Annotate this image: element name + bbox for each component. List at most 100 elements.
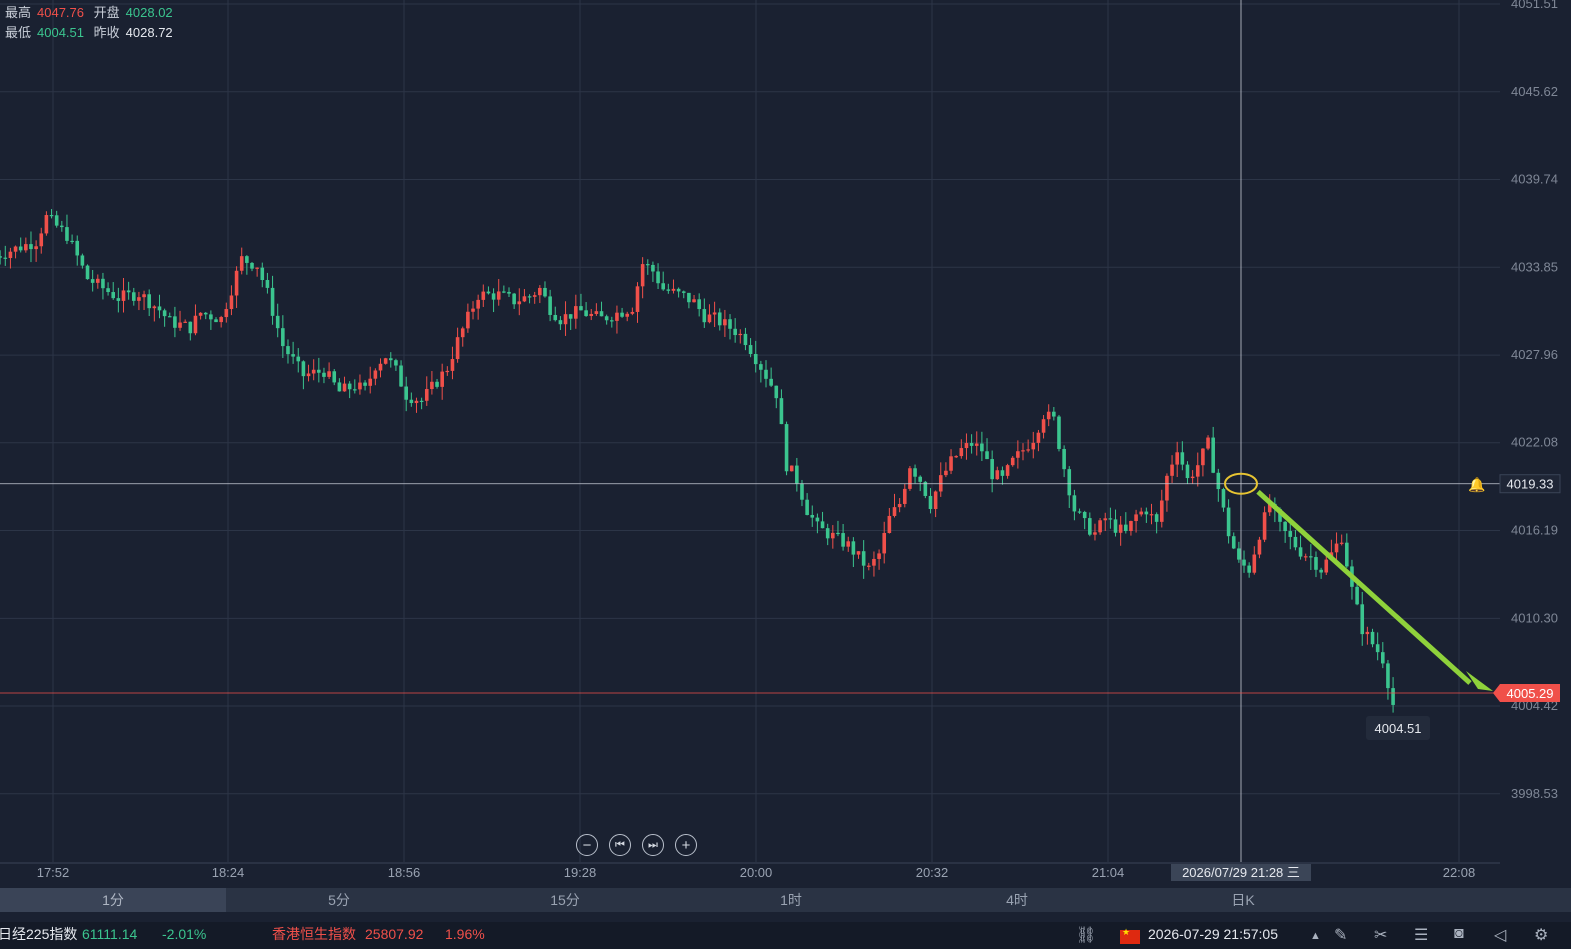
candle-body [70,240,74,243]
jump-end-button[interactable]: ⏭ [642,834,664,856]
candle-body [851,541,856,555]
candle-body [306,373,311,377]
candle-body [75,240,80,256]
candle-body [399,365,403,387]
candle-body [538,287,542,296]
candle-body [101,278,105,289]
candle-body [49,215,54,217]
hsi-name[interactable]: 香港恒生指数 [272,922,356,947]
time-tick-label: 21:04 [1092,865,1125,880]
tab-5min[interactable]: 5分 [226,888,452,912]
candle-body [445,370,450,373]
tools-icon[interactable]: ✂ [1374,925,1387,945]
candle-body [918,476,922,482]
candle-body [527,296,532,298]
jump-start-button[interactable]: ⏮ [609,834,631,856]
candle-body [671,288,676,291]
zoom-out-button[interactable]: − [576,834,598,856]
candle-body [985,451,989,460]
candle-body [496,291,501,300]
candle-body [327,371,331,377]
candle-body [836,532,840,535]
candle-body [877,553,881,559]
candle-body [702,309,707,323]
crosshair-price-label: 4019.33 [1507,477,1554,492]
candle-body [1072,495,1077,512]
time-tick-label: 20:00 [740,865,773,880]
candle-body [286,346,290,355]
candle-body [723,319,727,326]
tab-15min[interactable]: 15分 [452,888,678,912]
period-tabs: 1分 5分 15分 1时 4时 日K [0,888,1571,912]
candle-body [543,287,547,297]
settings-icon[interactable]: ⚙ [1534,925,1548,945]
candle-body [353,389,357,391]
menu-icon[interactable]: ☰ [1414,925,1428,945]
candle-body [1252,554,1257,573]
candle-body [460,328,465,338]
candle-body [666,289,671,291]
zoom-in-button[interactable]: + [675,834,697,856]
candle-body [1201,448,1205,466]
time-tick-label: 20:32 [916,865,949,880]
candle-body [1360,604,1365,635]
candle-body [358,382,362,390]
mute-icon[interactable]: ◁ [1494,925,1506,945]
candle-body [147,294,151,309]
candle-body [846,541,851,547]
draw-icon[interactable]: ✎ [1334,925,1347,945]
candle-body [1041,419,1046,433]
candle-body [8,251,13,259]
candle-body [933,491,938,509]
candle-body [481,291,486,300]
candle-body [281,328,285,347]
candle-body [995,470,1000,480]
candle-body [964,443,969,449]
candle-body [219,317,223,323]
candle-body [887,515,892,533]
link-icon[interactable]: ⛓ [1076,925,1096,945]
candle-body [1082,511,1087,519]
price-tick-label: 4022.08 [1511,435,1558,450]
candle-body [748,345,753,355]
tab-1hour[interactable]: 1时 [678,888,904,912]
candle-body [435,381,439,387]
time-tick-label: 18:24 [212,865,245,880]
candle-body [1309,556,1313,558]
candle-body [743,333,748,346]
candle-body [291,354,295,357]
candle-body [645,264,650,266]
candle-body [928,495,933,509]
candle-body [214,319,218,323]
candle-body [1159,500,1164,522]
candle-body [394,360,398,366]
candle-body [759,364,763,370]
ohlc-row-2: 最低 4004.51 昨收 4028.72 [5,23,179,43]
tab-4hour[interactable]: 4时 [904,888,1130,912]
price-chart[interactable]: 4051.51 4045.62 4039.74 4033.85 4027.96 4022.… [0,0,1571,949]
candle-body [1334,543,1339,553]
candle-body [507,291,511,294]
candle-body [959,448,964,457]
candle-body [753,354,758,365]
price-tick-label: 4045.62 [1511,84,1558,99]
clock: 2026-07-29 21:57:05 [1148,926,1278,942]
tab-1min[interactable]: 1分 [0,888,226,912]
candle-body [502,291,506,293]
high-value: 4047.76 [37,5,85,20]
candle-body [1190,476,1195,479]
tab-daily[interactable]: 日K [1130,888,1356,912]
candles [0,209,1395,713]
candle-body [820,521,825,529]
candle-body [311,369,316,374]
caret-up-icon[interactable]: ▲ [1310,930,1321,942]
candle-body [1129,521,1133,531]
candle-body [1370,631,1375,645]
candle-body [558,320,563,325]
nikkei-name[interactable]: 日经225指数 [0,922,77,947]
candle-body [954,456,958,458]
camera-icon[interactable]: ◙ [1454,925,1464,943]
candle-body [239,256,244,271]
candle-body [1113,519,1118,533]
candle-body [317,369,321,373]
